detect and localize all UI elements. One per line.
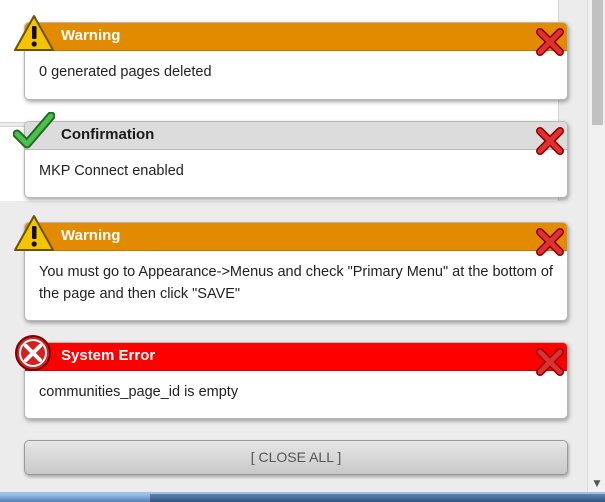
notice-title: Warning xyxy=(61,27,121,44)
close-icon[interactable] xyxy=(533,225,567,259)
notice-header: Confirmation xyxy=(25,122,567,150)
notice-error: System Error communities_page_id is empt… xyxy=(15,335,568,419)
notice-warning: Warning 0 generated pages deleted xyxy=(14,15,568,100)
notice-title: System Error xyxy=(61,347,156,364)
error-icon xyxy=(15,335,51,371)
taskbar-button[interactable] xyxy=(0,494,150,502)
notice-title: Warning xyxy=(61,227,121,244)
notice-header: Warning xyxy=(25,223,567,251)
notice-confirmation: Confirmation MKP Connect enabled xyxy=(13,112,568,198)
notice-header: System Error xyxy=(25,343,567,371)
notice-message: You must go to Appearance->Menus and che… xyxy=(39,264,553,302)
notice-warning: Warning You must go to Appearance->Menus… xyxy=(14,215,568,321)
scrollbar-thumb[interactable] xyxy=(592,0,603,125)
warning-icon xyxy=(14,15,54,51)
taskbar xyxy=(0,492,605,502)
close-all-button[interactable]: [ CLOSE ALL ] xyxy=(24,440,568,475)
close-icon[interactable] xyxy=(533,25,567,59)
vertical-scrollbar[interactable]: ▼ xyxy=(587,0,605,492)
close-icon[interactable] xyxy=(533,345,567,379)
close-icon[interactable] xyxy=(533,124,567,158)
scroll-down-arrow-icon[interactable]: ▼ xyxy=(588,478,605,490)
checkmark-icon xyxy=(13,112,55,149)
notice-message: communities_page_id is empty xyxy=(39,384,239,400)
notice-header: Warning xyxy=(25,23,567,51)
notice-message: MKP Connect enabled xyxy=(39,163,184,179)
warning-icon xyxy=(14,215,54,251)
notice-message: 0 generated pages deleted xyxy=(39,64,212,80)
notice-title: Confirmation xyxy=(61,126,155,143)
